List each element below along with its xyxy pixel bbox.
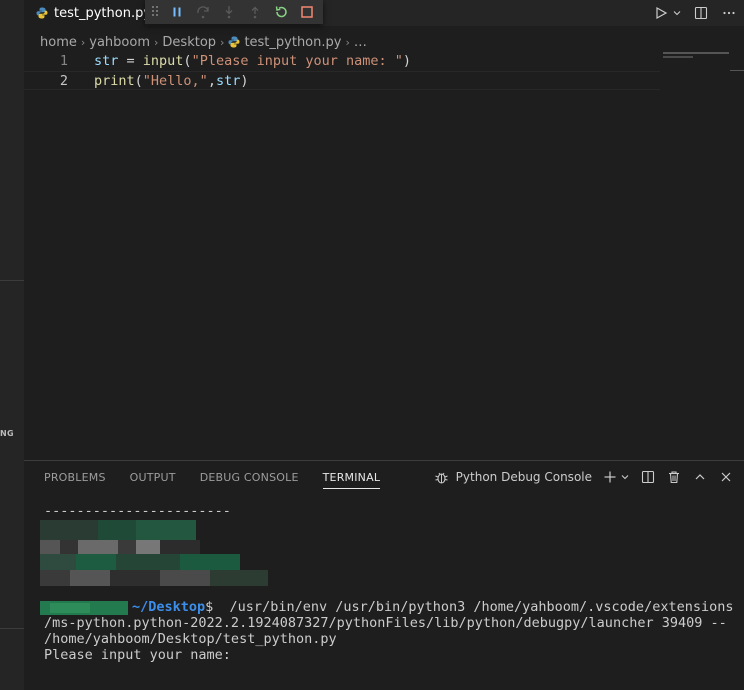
play-icon — [656, 6, 668, 20]
pause-icon — [173, 7, 181, 17]
line-number: 2 — [59, 73, 68, 89]
breadcrumb-item-file[interactable]: test_python.py — [244, 35, 341, 50]
code-editor[interactable]: 1 str = input("Please input your name: "… — [24, 52, 660, 90]
editor-tab-test-python[interactable]: test_python.py — [24, 0, 146, 26]
chevron-right-icon: › — [345, 35, 350, 49]
editor-actions — [652, 4, 738, 22]
restart-button[interactable] — [271, 2, 291, 22]
stop-button[interactable] — [297, 2, 317, 22]
tab-label: test_python.py — [54, 5, 146, 21]
breadcrumb-item-home[interactable]: home — [40, 35, 77, 50]
step-out-icon — [251, 6, 259, 19]
breadcrumb: home › yahboom › Desktop › test_python.p… — [40, 32, 367, 52]
code-line-current[interactable]: 2 print("Hello,",str) — [24, 71, 660, 90]
minimap[interactable] — [663, 52, 729, 54]
breadcrumb-item-symbols[interactable]: … — [354, 35, 367, 50]
side-bar-divider — [0, 280, 24, 281]
debug-icon — [434, 469, 450, 485]
step-into-icon — [225, 6, 233, 19]
line-number: 1 — [59, 53, 68, 69]
step-over-button[interactable] — [193, 2, 213, 22]
chevron-down-icon — [673, 11, 681, 16]
plus-icon — [604, 471, 616, 483]
command-line-1: /usr/bin/env /usr/bin/python3 /home/yahb… — [213, 599, 734, 615]
run-options-dropdown[interactable] — [672, 4, 682, 22]
split-editor-button[interactable] — [692, 4, 710, 22]
more-actions-button[interactable] — [720, 4, 738, 22]
step-out-button[interactable] — [245, 2, 265, 22]
editor-tab-bar: test_python.py — [24, 0, 744, 26]
terminal-line: ----------------------- — [44, 503, 231, 519]
tab-terminal[interactable]: TERMINAL — [322, 471, 381, 489]
side-bar-divider — [0, 628, 24, 629]
side-bar-fragment: NG — [0, 429, 14, 438]
trash-icon — [669, 471, 679, 484]
split-terminal-icon — [641, 470, 655, 484]
chevron-down-icon — [621, 475, 629, 480]
tab-output[interactable]: OUTPUT — [130, 471, 176, 489]
side-bar-edge: NG — [0, 0, 24, 690]
run-python-file-button[interactable] — [652, 4, 670, 22]
code-line[interactable]: 1 str = input("Please input your name: "… — [24, 52, 660, 71]
step-into-button[interactable] — [219, 2, 239, 22]
breadcrumb-item-desktop[interactable]: Desktop — [162, 35, 216, 50]
terminal-line: /home/yahboom/Desktop/test_python.py — [44, 631, 337, 647]
code-text: print("Hello,",str) — [94, 73, 249, 89]
terminal-name-label[interactable]: Python Debug Console — [456, 470, 592, 484]
code-text: str = input("Please input your name: ") — [94, 53, 412, 69]
python-file-icon — [228, 36, 240, 48]
kill-terminal-button[interactable] — [666, 469, 682, 485]
step-over-icon — [197, 6, 209, 19]
terminal-line: Please input your name: — [44, 647, 231, 663]
panel-tabs: PROBLEMS OUTPUT DEBUG CONSOLE TERMINAL — [44, 471, 381, 489]
terminal-output[interactable]: ----------------------- ~/Desktop$ /usr/… — [44, 503, 734, 663]
prompt-path: ~/Desktop — [132, 599, 206, 615]
python-file-icon — [36, 7, 48, 19]
restart-icon — [275, 6, 287, 18]
new-terminal-button[interactable] — [602, 469, 618, 485]
chevron-up-icon — [695, 474, 705, 480]
split-editor-icon — [694, 6, 708, 20]
terminal-line: /ms-python.python-2022.2.1924087327/pyth… — [44, 615, 727, 631]
chevron-right-icon: › — [80, 35, 86, 49]
breadcrumb-item-yahboom[interactable]: yahboom — [89, 35, 150, 50]
chevron-right-icon: › — [220, 35, 225, 49]
close-icon — [721, 472, 731, 482]
scrollbar-marker — [730, 70, 744, 71]
debug-toolbar — [145, 0, 323, 24]
drag-handle-icon[interactable] — [151, 5, 161, 19]
panel-actions: Python Debug Console — [434, 469, 734, 485]
tab-problems[interactable]: PROBLEMS — [44, 471, 106, 489]
tab-debug-console[interactable]: DEBUG CONSOLE — [200, 471, 299, 489]
terminal-line-prompt: ~/Desktop$ /usr/bin/env /usr/bin/python3… — [44, 599, 734, 615]
maximize-panel-button[interactable] — [692, 469, 708, 485]
stop-icon — [301, 6, 313, 18]
terminal-profiles-dropdown[interactable] — [620, 469, 630, 485]
pause-button[interactable] — [167, 2, 187, 22]
minimap-line — [663, 56, 693, 58]
split-terminal-button[interactable] — [640, 469, 656, 485]
chevron-right-icon: › — [154, 35, 159, 49]
close-panel-button[interactable] — [718, 469, 734, 485]
ellipsis-icon — [723, 11, 735, 15]
